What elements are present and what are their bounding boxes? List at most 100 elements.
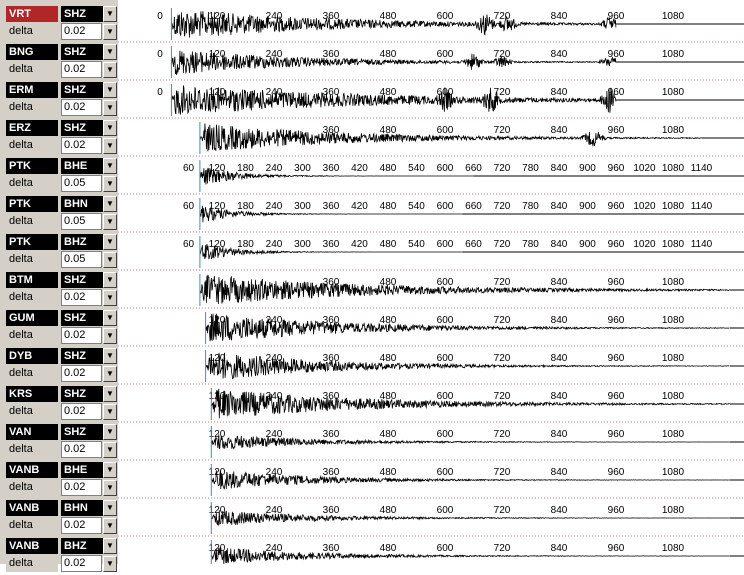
waveform[interactable] [210, 510, 730, 526]
delta-field[interactable]: 0.02 [61, 479, 102, 496]
chevron-down-icon[interactable]: ▼ [103, 480, 117, 496]
chevron-down-icon[interactable]: ▼ [103, 272, 117, 288]
chevron-down-icon[interactable]: ▼ [103, 462, 117, 478]
delta-field[interactable]: 0.05 [61, 175, 102, 192]
delta-field[interactable]: 0.05 [61, 251, 102, 268]
chevron-down-icon[interactable]: ▼ [103, 310, 117, 326]
trace-row[interactable]: 120 240 360 480 600 720 840 960 1080 [118, 426, 744, 461]
delta-field[interactable]: 0.02 [61, 137, 102, 154]
trace-row[interactable]: 360 480 600 720 840 960 1080 [118, 122, 744, 157]
chevron-down-icon[interactable]: ▼ [103, 196, 117, 212]
component-name[interactable]: BHE [61, 158, 103, 174]
delta-field[interactable]: 0.02 [61, 365, 102, 382]
channel-row[interactable]: VRT SHZ delta 0.02 ▼ ▼ [3, 6, 117, 43]
station-name[interactable]: PTK [6, 196, 58, 212]
station-name[interactable]: VRT [6, 6, 58, 22]
chevron-down-icon[interactable]: ▼ [103, 500, 117, 516]
trace-row[interactable]: 120 240 360 480 600 720 840 960 1080 [118, 464, 744, 499]
chevron-down-icon[interactable]: ▼ [103, 82, 117, 98]
waveform[interactable] [211, 547, 730, 564]
chevron-down-icon[interactable]: ▼ [103, 176, 117, 192]
component-name[interactable]: BHN [61, 196, 103, 212]
channel-row[interactable]: PTK BHE delta 0.05 ▼ ▼ [3, 158, 117, 195]
component-name[interactable]: SHZ [61, 386, 103, 402]
channel-row[interactable]: BTM SHZ delta 0.02 ▼ ▼ [3, 272, 117, 309]
channel-row[interactable]: ERM SHZ delta 0.02 ▼ ▼ [3, 82, 117, 119]
chevron-down-icon[interactable]: ▼ [103, 138, 117, 154]
trace-row[interactable]: 360 480 600 720 840 960 1080 [118, 274, 744, 309]
channel-row[interactable]: ERZ SHZ delta 0.02 ▼ ▼ [3, 120, 117, 157]
station-name[interactable]: VAN [6, 424, 58, 440]
chevron-down-icon[interactable]: ▼ [103, 290, 117, 306]
component-name[interactable]: SHZ [61, 310, 103, 326]
station-name[interactable]: VANB [6, 462, 58, 478]
channel-row[interactable]: PTK BHN delta 0.05 ▼ ▼ [3, 196, 117, 233]
chevron-down-icon[interactable]: ▼ [103, 44, 117, 60]
trace-row[interactable]: 0 120 240 360 480 600 720 840 960 1080 [118, 46, 744, 81]
chevron-down-icon[interactable]: ▼ [103, 518, 117, 534]
channel-row[interactable]: PTK BHZ delta 0.05 ▼ ▼ [3, 234, 117, 271]
component-name[interactable]: BHZ [61, 234, 103, 250]
channel-row[interactable]: BNG SHZ delta 0.02 ▼ ▼ [3, 44, 117, 81]
chevron-down-icon[interactable]: ▼ [103, 366, 117, 382]
waveform[interactable] [211, 470, 730, 490]
delta-field[interactable]: 0.02 [61, 289, 102, 306]
chevron-down-icon[interactable]: ▼ [103, 386, 117, 402]
channel-row[interactable]: GUM SHZ delta 0.02 ▼ ▼ [3, 310, 117, 347]
trace-row[interactable]: 120 240 360 480 600 720 840 960 1080 [118, 350, 744, 385]
channel-row[interactable]: VAN SHZ delta 0.02 ▼ ▼ [3, 424, 117, 461]
component-name[interactable]: SHZ [61, 6, 103, 22]
station-name[interactable]: PTK [6, 158, 58, 174]
chevron-down-icon[interactable]: ▼ [103, 6, 117, 22]
delta-field[interactable]: 0.02 [61, 61, 102, 78]
station-name[interactable]: PTK [6, 234, 58, 250]
channel-row[interactable]: KRS SHZ delta 0.02 ▼ ▼ [3, 386, 117, 423]
station-name[interactable]: ERZ [6, 120, 58, 136]
waveform[interactable] [210, 388, 730, 419]
delta-field[interactable]: 0.02 [61, 327, 102, 344]
chevron-down-icon[interactable]: ▼ [103, 214, 117, 230]
trace-row[interactable]: 0 120 240 360 480 600 720 840 960 1080 [118, 84, 744, 119]
channel-row[interactable]: VANB BHZ delta 0.02 ▼ ▼ [3, 538, 117, 575]
chevron-down-icon[interactable]: ▼ [103, 62, 117, 78]
chevron-down-icon[interactable]: ▼ [103, 442, 117, 458]
delta-field[interactable]: 0.02 [61, 403, 102, 420]
station-name[interactable]: DYB [6, 348, 58, 364]
component-name[interactable]: SHZ [61, 82, 103, 98]
channel-row[interactable]: DYB SHZ delta 0.02 ▼ ▼ [3, 348, 117, 385]
station-name[interactable]: BNG [6, 44, 58, 60]
trace-row[interactable]: 60 120 180 240 300 360 420 480 540 600 660 720 780 84… [118, 160, 744, 195]
delta-field[interactable]: 0.02 [61, 23, 102, 40]
waveform[interactable] [199, 274, 730, 305]
chevron-down-icon[interactable]: ▼ [103, 24, 117, 40]
component-name[interactable]: SHZ [61, 348, 103, 364]
component-name[interactable]: SHZ [61, 424, 103, 440]
component-name[interactable]: BHZ [61, 538, 103, 554]
delta-field[interactable]: 0.02 [61, 99, 102, 116]
trace-row[interactable]: 60 120 180 240 300 360 420 480 540 600 660 720 780 84… [118, 198, 744, 233]
chevron-down-icon[interactable]: ▼ [103, 234, 117, 250]
trace-row[interactable]: 60 120 180 240 300 360 420 480 540 600 660 720 780 84… [118, 236, 744, 271]
delta-field[interactable]: 0.02 [61, 441, 102, 458]
component-name[interactable]: BHN [61, 500, 103, 516]
delta-field[interactable]: 0.02 [61, 517, 102, 534]
chevron-down-icon[interactable]: ▼ [103, 424, 117, 440]
station-name[interactable]: ERM [6, 82, 58, 98]
channel-row[interactable]: VANB BHE delta 0.02 ▼ ▼ [3, 462, 117, 499]
trace-row[interactable]: 120 240 360 480 600 720 840 960 1080 [118, 388, 744, 423]
chevron-down-icon[interactable]: ▼ [103, 348, 117, 364]
chevron-down-icon[interactable]: ▼ [103, 404, 117, 420]
trace-row[interactable]: 0 120 240 360 480 600 720 840 960 1080 [118, 8, 744, 43]
chevron-down-icon[interactable]: ▼ [103, 120, 117, 136]
chevron-down-icon[interactable]: ▼ [103, 328, 117, 344]
station-name[interactable]: KRS [6, 386, 58, 402]
trace-row[interactable]: 120 240 360 480 600 720 840 960 1080 [118, 312, 744, 347]
component-name[interactable]: SHZ [61, 120, 103, 136]
component-name[interactable]: SHZ [61, 272, 103, 288]
chevron-down-icon[interactable]: ▼ [103, 556, 117, 572]
station-name[interactable]: VANB [6, 500, 58, 516]
waveform[interactable] [210, 434, 730, 450]
component-name[interactable]: BHE [61, 462, 103, 478]
trace-row[interactable]: 120 240 360 480 600 720 840 960 1080 [118, 502, 744, 537]
waveform[interactable] [205, 352, 730, 380]
